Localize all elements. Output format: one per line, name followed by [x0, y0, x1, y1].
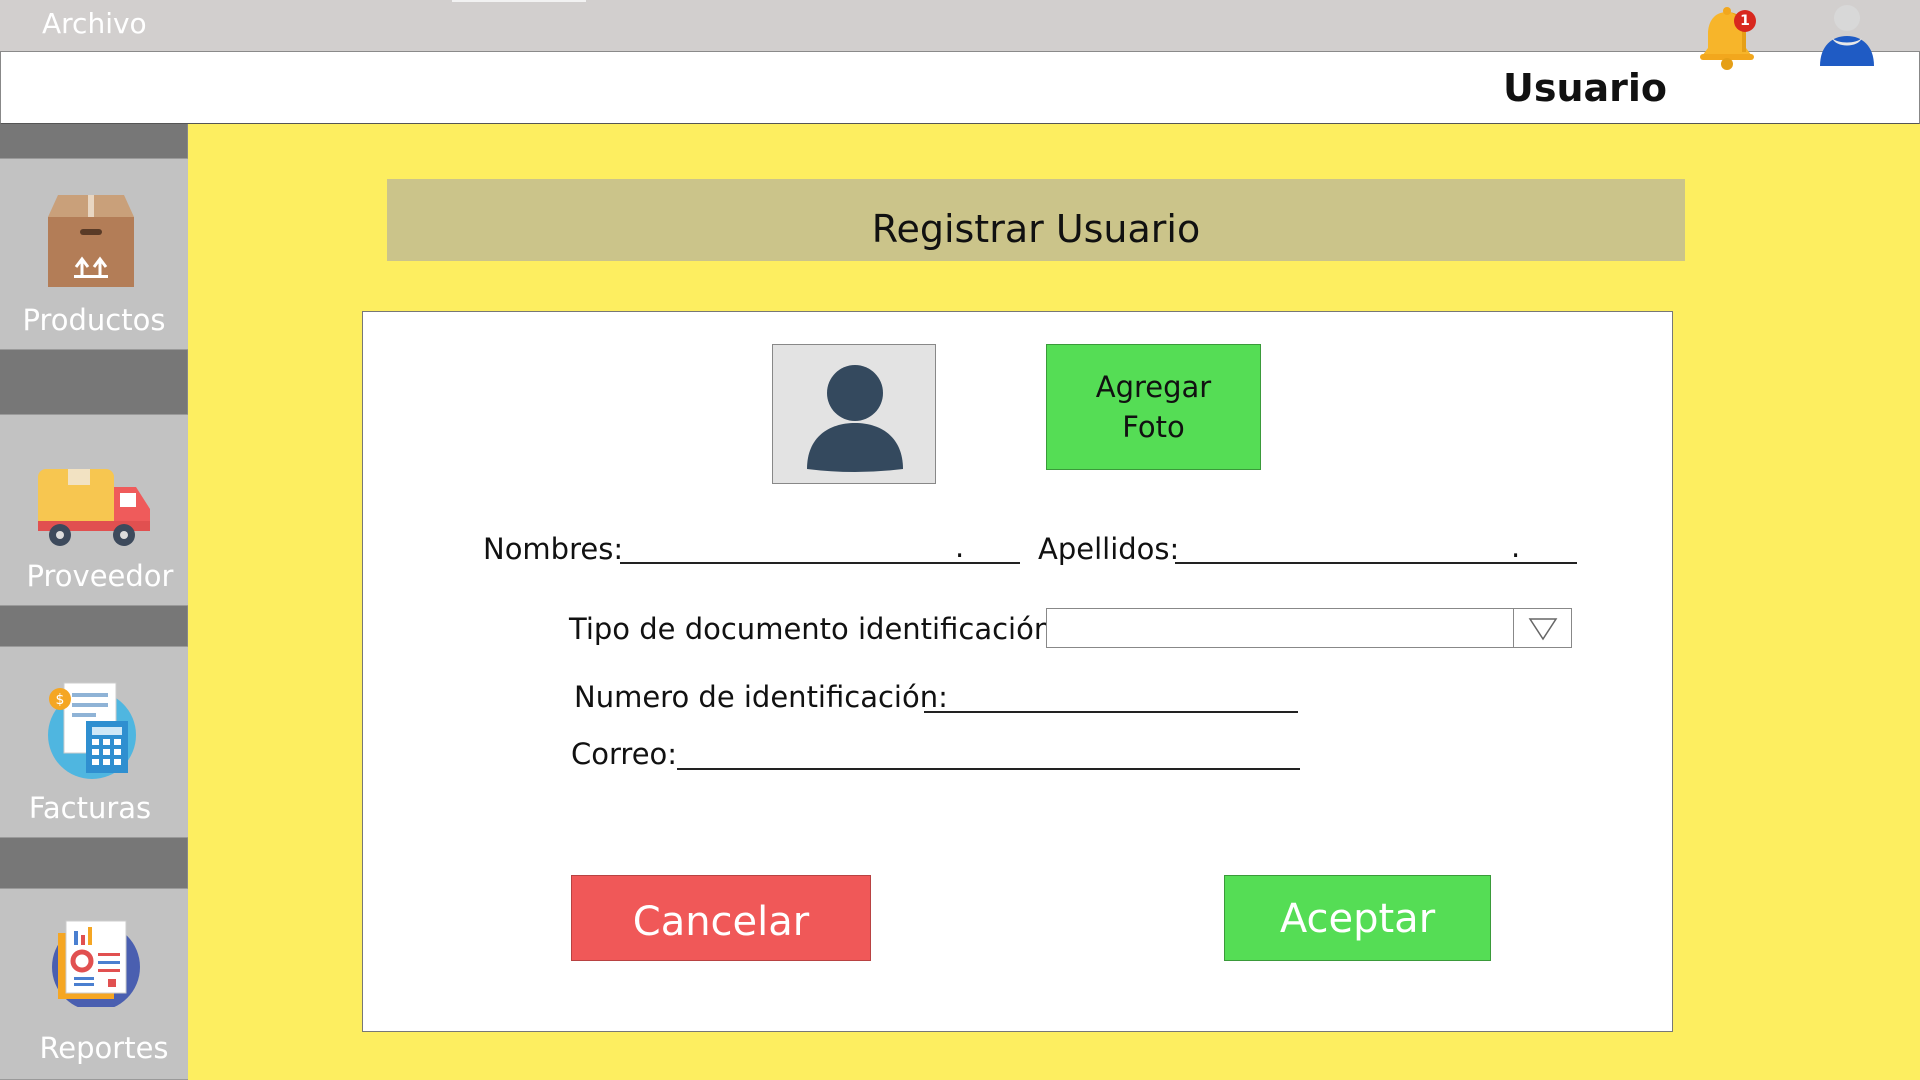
- menu-bar: Archivo: [0, 0, 1920, 52]
- header-bar: Usuario: [0, 52, 1920, 124]
- numero-identificacion-field[interactable]: [924, 711, 1298, 713]
- menu-archivo[interactable]: Archivo: [42, 7, 147, 40]
- sidebar-item-reportes[interactable]: Reportes: [0, 888, 188, 1080]
- numero-identificacion-label: Numero de identificación:: [574, 680, 948, 714]
- sidebar-item-productos[interactable]: Productos: [0, 158, 188, 350]
- user-avatar-icon[interactable]: [1816, 4, 1878, 70]
- delivery-truck-icon: [38, 469, 150, 546]
- notification-badge: 1: [1734, 10, 1756, 32]
- sidebar-item-label: Facturas: [28, 791, 152, 825]
- nombres-field-dot: .: [955, 530, 965, 564]
- accept-button[interactable]: Aceptar: [1224, 875, 1491, 961]
- sidebar-item-label: Productos: [22, 303, 166, 337]
- sidebar: Productos Proveedor $ Facturas Reportes: [0, 124, 188, 1080]
- sidebar-item-facturas[interactable]: $ Facturas: [0, 646, 188, 838]
- correo-label: Correo:: [571, 737, 678, 771]
- svg-text:$: $: [56, 692, 65, 708]
- correo-field[interactable]: [677, 768, 1300, 770]
- sidebar-item-label: Reportes: [39, 1031, 169, 1065]
- tab-indicator: [452, 0, 586, 2]
- apellidos-label: Apellidos:: [1038, 532, 1180, 566]
- user-silhouette-icon: [807, 365, 903, 472]
- box-icon: [48, 195, 134, 287]
- sidebar-item-proveedor[interactable]: Proveedor: [0, 414, 188, 606]
- add-photo-button[interactable]: Agregar Foto: [1046, 344, 1261, 470]
- page-title: Registrar Usuario: [387, 179, 1685, 261]
- user-label: Usuario: [1503, 66, 1668, 110]
- tipo-documento-label: Tipo de documento identificación:: [569, 612, 1062, 646]
- apellidos-field-dot: .: [1511, 530, 1521, 564]
- tipo-documento-select[interactable]: [1046, 608, 1572, 648]
- chevron-down-icon[interactable]: [1513, 609, 1571, 647]
- nombres-label: Nombres:: [483, 532, 624, 566]
- user-photo-placeholder: [772, 344, 936, 484]
- sidebar-item-label: Proveedor: [26, 559, 174, 593]
- reports-icon: [52, 920, 140, 1007]
- cancel-button[interactable]: Cancelar: [571, 875, 871, 961]
- invoice-calculator-icon: $: [48, 682, 136, 779]
